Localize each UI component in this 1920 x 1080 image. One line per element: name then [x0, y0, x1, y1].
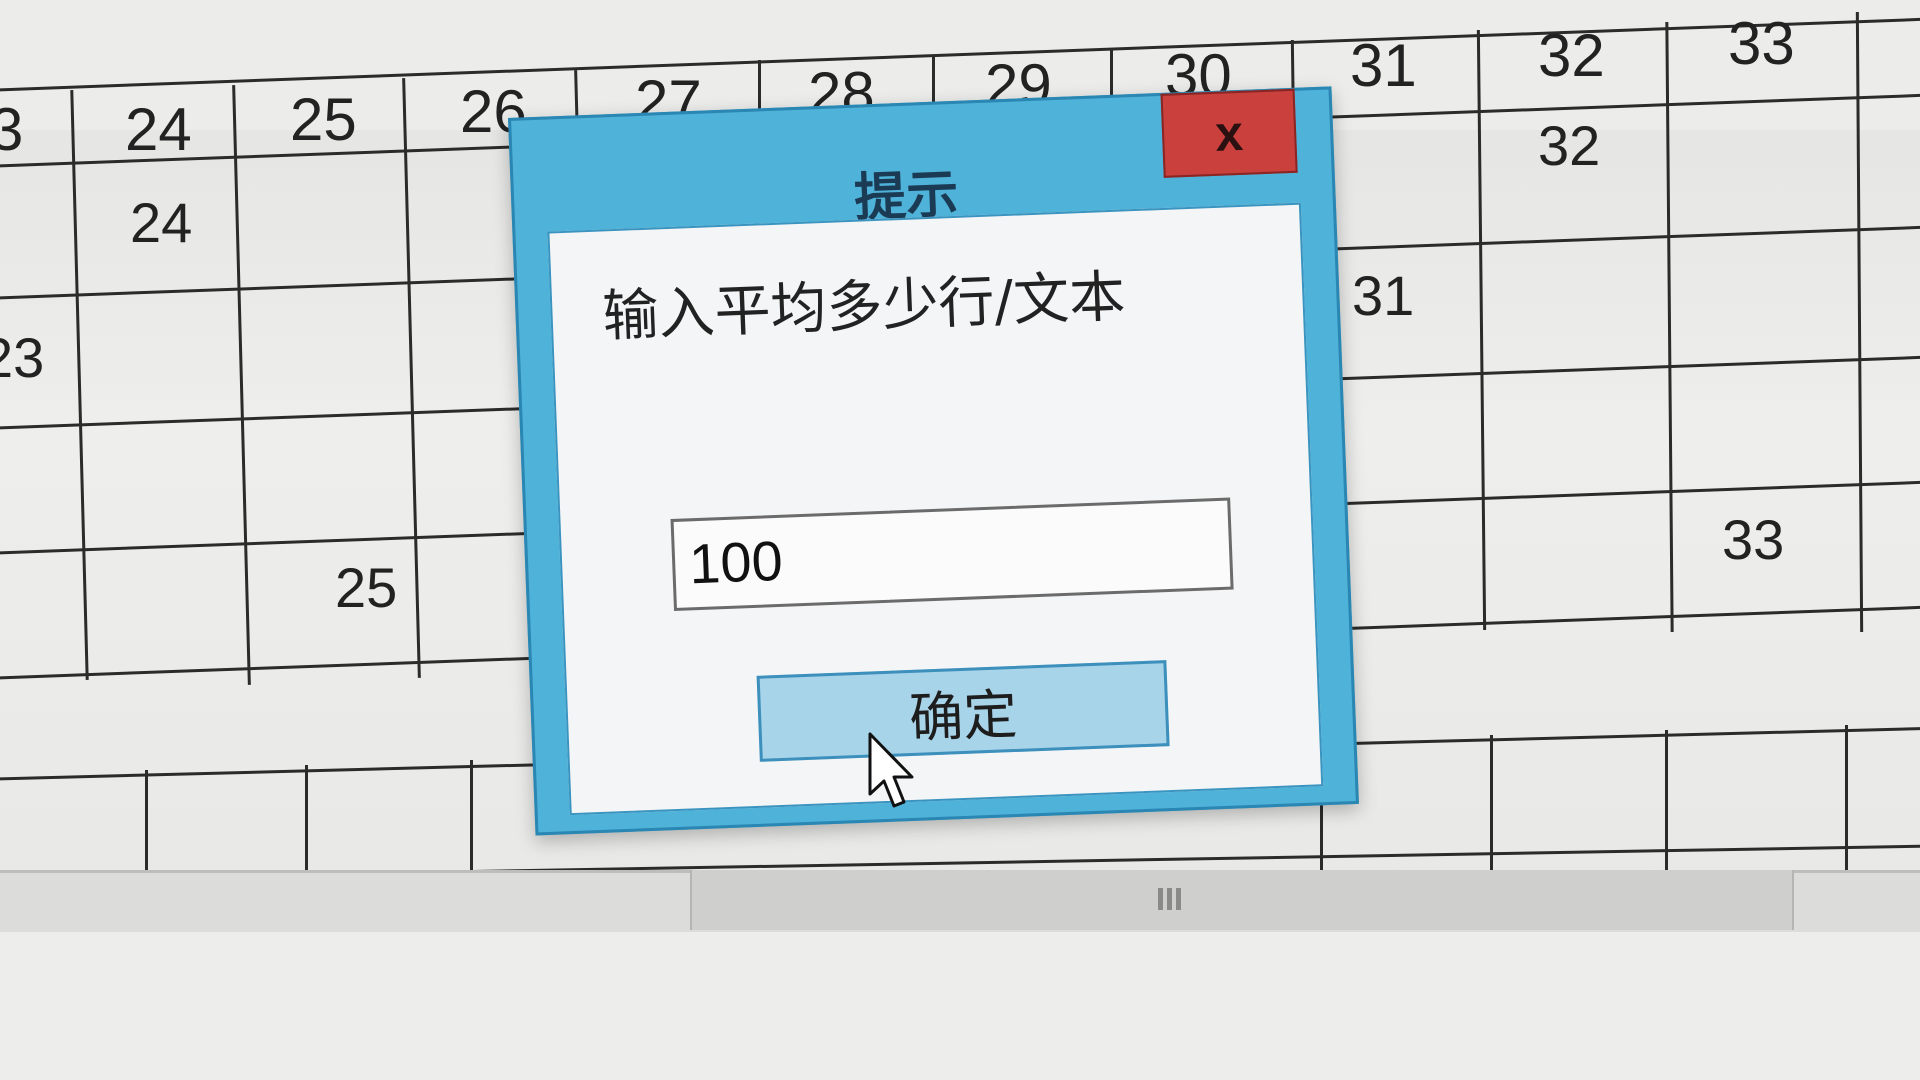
prompt-dialog: 提示 x 输入平均多少行/文本 100 确定	[508, 86, 1359, 836]
table-cell[interactable]: 31	[1352, 268, 1414, 324]
table-cell[interactable]: 32	[1538, 118, 1600, 174]
dialog-body: 输入平均多少行/文本 100 确定	[547, 202, 1324, 816]
screen: 3 24 25 26 27 28 29 30 31 32 33 24 32 23…	[0, 0, 1920, 1080]
column-header[interactable]: 31	[1350, 36, 1417, 96]
table-cell[interactable]: 25	[335, 560, 397, 616]
grid-vline	[1665, 730, 1668, 880]
value-input[interactable]: 100	[670, 497, 1234, 611]
column-header[interactable]: 3	[0, 100, 23, 160]
grid-vline	[1845, 725, 1848, 880]
mouse-pointer-icon	[868, 732, 914, 808]
grid-vline	[1490, 735, 1493, 880]
column-header[interactable]: 25	[290, 90, 357, 150]
grid-vline	[305, 765, 308, 880]
grid-vline	[470, 760, 473, 880]
prompt-label: 输入平均多少行/文本	[601, 264, 1127, 350]
table-cell[interactable]: 23	[0, 330, 44, 386]
grid-vline	[232, 85, 251, 685]
scrollbar-thumb[interactable]	[690, 870, 1794, 930]
close-button[interactable]: x	[1160, 88, 1298, 178]
table-cell[interactable]: 33	[1722, 512, 1784, 568]
close-icon: x	[1214, 104, 1245, 162]
column-header[interactable]: 24	[125, 100, 192, 160]
status-area	[0, 932, 1920, 1080]
grid-vline	[70, 90, 89, 680]
ok-button[interactable]: 确定	[756, 660, 1170, 762]
column-header[interactable]: 33	[1728, 14, 1795, 74]
scrollbar-grip-icon	[1158, 888, 1188, 910]
table-cell[interactable]: 24	[130, 195, 192, 251]
grid-vline	[402, 78, 421, 678]
column-header[interactable]: 32	[1538, 26, 1605, 86]
ok-button-label: 确定	[908, 682, 1019, 750]
grid-vline	[145, 770, 148, 880]
